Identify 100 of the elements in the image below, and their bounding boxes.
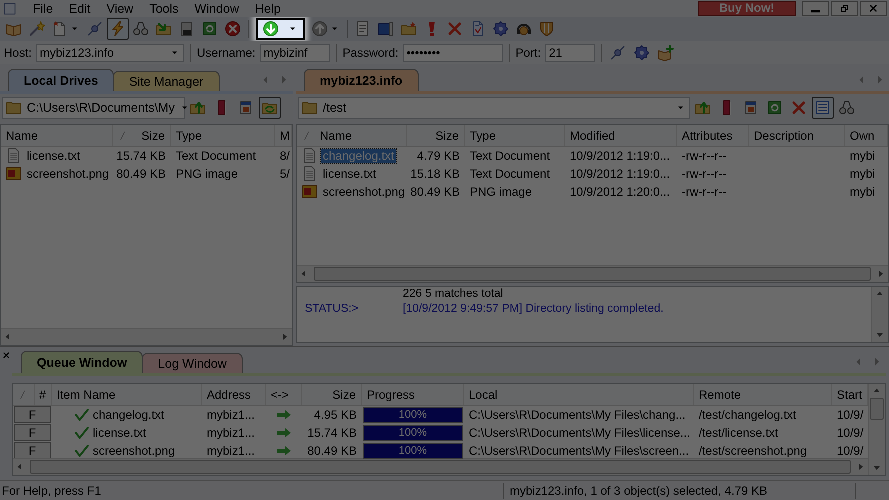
file-name[interactable]: changelog.txt (321, 149, 396, 163)
folder-arrow-icon (156, 21, 172, 37)
status-prefix: STATUS:> (305, 302, 360, 317)
gear-icon (634, 44, 650, 60)
scroll-up-icon[interactable] (873, 388, 881, 394)
menu-item[interactable]: File (25, 2, 62, 16)
scroll-left-icon[interactable] (17, 463, 23, 471)
field-label: Host: (4, 46, 32, 60)
column-header[interactable]: Size (142, 128, 165, 142)
password-field[interactable]: •••••••• (402, 44, 503, 62)
download-dropdown-button[interactable] (256, 18, 305, 40)
scroll-down-icon[interactable] (876, 332, 884, 338)
progress-percent: 100% (398, 444, 428, 458)
column-header[interactable]: Description (754, 128, 814, 142)
horizontal-scrollbar[interactable] (297, 265, 888, 282)
horizontal-scrollbar[interactable] (1, 328, 292, 345)
progress-percent: 100% (398, 426, 428, 440)
text-file-icon (302, 166, 318, 182)
file-size: 4.95 KB (314, 408, 357, 422)
folder-icon (6, 100, 22, 116)
remote-path: /test/changelog.txt (699, 408, 796, 422)
panel-tab[interactable]: Local Drives (8, 69, 114, 91)
column-header[interactable]: Own (850, 128, 875, 142)
folder-icon (302, 100, 318, 116)
remote-path: /test/license.txt (699, 426, 778, 440)
file-name[interactable]: license.txt (25, 149, 82, 163)
scroll-right-icon[interactable] (878, 270, 884, 278)
item-name[interactable]: license.txt (93, 426, 146, 440)
refresh-icon (767, 100, 783, 116)
column-header[interactable]: Type (176, 128, 202, 142)
column-header[interactable]: Start (837, 388, 862, 402)
flag-button[interactable]: F (14, 424, 51, 441)
text-field[interactable]: mybizinf (260, 44, 330, 62)
folder-up-icon (695, 100, 711, 116)
horizontal-scrollbar[interactable] (13, 458, 868, 475)
column-header[interactable]: Progress (367, 388, 416, 402)
window-tab[interactable]: Log Window (142, 353, 243, 373)
scroll-right-icon[interactable] (858, 463, 864, 471)
column-header[interactable]: Local (469, 388, 498, 402)
column-header[interactable]: M (280, 128, 290, 142)
file-size: 15.74 KB (116, 149, 166, 163)
scroll-thumb[interactable] (870, 398, 884, 420)
flag-button[interactable]: F (14, 442, 51, 459)
restore-button[interactable] (831, 1, 858, 16)
item-name[interactable]: changelog.txt (93, 408, 164, 422)
column-header[interactable]: Size (436, 128, 459, 142)
close-icon[interactable] (2, 351, 11, 360)
modified-date: 8/ (280, 149, 290, 163)
folder-sync-button[interactable] (259, 97, 281, 119)
notepad-icon (355, 21, 371, 37)
menu-item[interactable]: Help (247, 2, 289, 16)
book-plus-button[interactable] (656, 42, 676, 62)
path-combo-box[interactable]: C:\Users\R\Documents\My (2, 97, 185, 119)
column-header[interactable]: Remote (699, 388, 742, 402)
item-name[interactable]: screenshot.png (93, 444, 176, 458)
file-name[interactable]: license.txt (321, 167, 378, 181)
number-field[interactable]: 21 (545, 44, 596, 62)
file-name[interactable]: screenshot.png (25, 167, 112, 181)
scroll-up-icon[interactable] (876, 291, 884, 297)
column-header[interactable]: Address (207, 388, 252, 402)
scroll-right-icon[interactable] (282, 333, 288, 341)
column-header[interactable]: Size (332, 388, 356, 402)
menu-item[interactable]: Tools (142, 2, 187, 16)
column-header[interactable]: # (39, 388, 46, 402)
server-tab[interactable]: mybiz123.info (304, 69, 419, 91)
window-tab[interactable]: Queue Window (21, 351, 144, 373)
menu-item[interactable]: Window (186, 2, 248, 16)
refresh-icon (202, 21, 218, 37)
column-header[interactable]: Name (6, 128, 38, 142)
vertical-scrollbar[interactable] (871, 287, 888, 342)
scroll-left-icon[interactable] (5, 333, 11, 341)
close-button[interactable] (860, 1, 887, 16)
gear-button[interactable] (632, 42, 652, 62)
panel-tab[interactable]: Site Manager (113, 71, 220, 91)
list-view-button[interactable] (812, 97, 834, 119)
scroll-down-icon[interactable] (873, 465, 881, 471)
file-size: 80.49 KB (410, 185, 460, 199)
path-combo-box[interactable]: /test (298, 97, 690, 119)
column-header[interactable]: Modified (570, 128, 616, 142)
vertical-scrollbar[interactable] (868, 384, 885, 475)
column-header[interactable]: Attributes (682, 128, 733, 142)
headset-icon (516, 21, 532, 37)
column-header[interactable]: Type (470, 128, 496, 142)
menu-item[interactable]: View (98, 2, 142, 16)
modified-date: 10/9/2012 1:19:0... (570, 149, 670, 163)
lightning-button[interactable] (107, 18, 129, 40)
log-message: [10/9/2012 9:49:57 PM] Directory listing completed. (403, 302, 665, 317)
file-name[interactable]: screenshot.png (321, 185, 407, 199)
column-header[interactable]: Item Name (57, 388, 116, 402)
binoculars-icon (839, 100, 855, 116)
menu-item[interactable]: Edit (61, 2, 99, 16)
minimize-button[interactable] (802, 1, 829, 16)
plug-icon (87, 21, 103, 37)
flag-button[interactable]: F (14, 406, 51, 423)
host-combo-box[interactable]: mybiz123.info (36, 44, 184, 62)
download-icon (263, 21, 279, 37)
buy-now-button[interactable]: Buy Now! (698, 1, 796, 16)
scroll-left-icon[interactable] (301, 270, 307, 278)
column-header[interactable]: Name (320, 128, 352, 142)
column-header[interactable]: <-> (271, 388, 290, 402)
